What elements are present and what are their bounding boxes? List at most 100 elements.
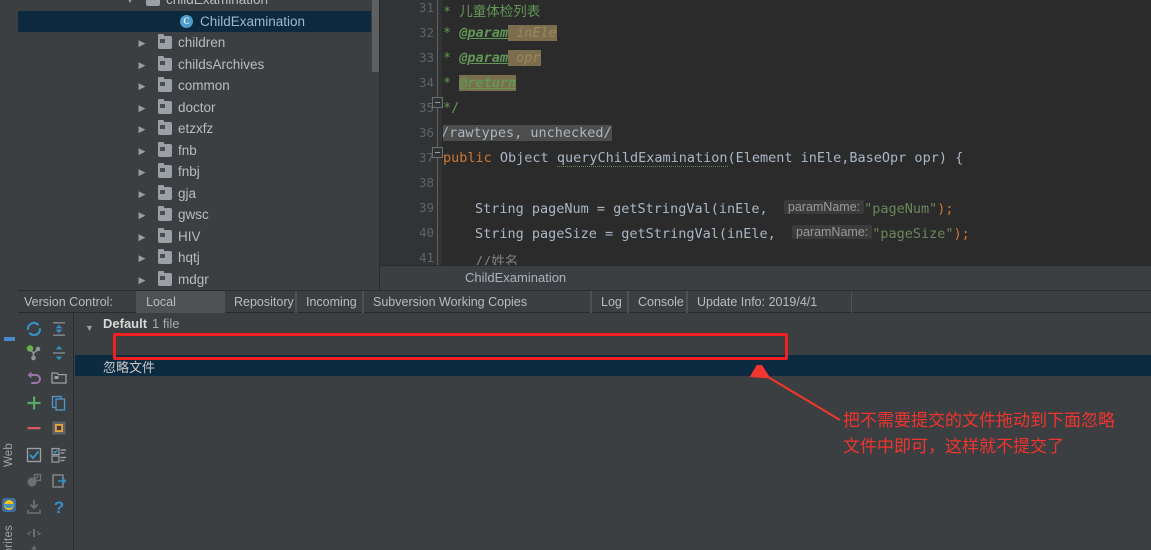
- project-tree[interactable]: childExamination C ChildExamination childre…: [18, 0, 380, 290]
- code-line-37: public Object queryChildExamination(Elem…: [443, 150, 963, 167]
- editor-breadcrumb-bar[interactable]: ChildExamination: [380, 265, 1151, 290]
- pin-icon[interactable]: [24, 543, 44, 550]
- tree-expand-arrow-closed-icon[interactable]: [137, 103, 147, 113]
- select-checkbox-icon[interactable]: [24, 445, 44, 465]
- new-changelist-icon[interactable]: [49, 368, 69, 388]
- tree-expand-arrow-closed-icon[interactable]: [137, 275, 147, 285]
- breadcrumb-class-name[interactable]: ChildExamination: [465, 270, 566, 285]
- move-changes-icon[interactable]: [49, 471, 69, 491]
- tree-item-folder[interactable]: gja: [18, 183, 380, 205]
- vc-tab-local-changes[interactable]: Local Changes: [136, 291, 224, 331]
- collapse-all-icon[interactable]: [49, 343, 69, 363]
- toolwindow-favorites-label[interactable]: orites: [3, 525, 15, 550]
- tree-item-label: etzxfz: [178, 121, 214, 136]
- add-icon[interactable]: [24, 393, 44, 413]
- line-number: 33: [418, 50, 434, 65]
- annotation-line-2: 文件中即可，这样就不提交了: [843, 437, 1064, 457]
- javadoc-param-tag: @param: [459, 25, 509, 41]
- comment-star-3: *: [443, 75, 460, 91]
- changelist-expand-arrow-icon[interactable]: ▼: [85, 318, 94, 339]
- help-icon[interactable]: ?: [49, 497, 69, 517]
- move-to-changelist-icon[interactable]: [24, 471, 44, 491]
- string-pagesize: "pageSize": [872, 226, 954, 242]
- tree-expand-arrow-closed-icon[interactable]: [137, 167, 147, 177]
- upper-region: childExamination C ChildExamination childre…: [0, 0, 1151, 290]
- active-toolwindow-marker: [4, 337, 15, 341]
- tree-item-folder[interactable]: fnbj: [18, 161, 380, 183]
- code-line-33: * @param opr: [443, 50, 541, 66]
- fold-marker-start-icon[interactable]: [432, 147, 443, 158]
- toolwindow-web-label[interactable]: Web: [3, 443, 15, 467]
- vc-tab-incoming[interactable]: Incoming: [296, 291, 363, 313]
- fold-marker-end-icon[interactable]: [432, 97, 443, 108]
- changelist-row[interactable]: ▼ Default 1 file: [75, 313, 1151, 334]
- tree-item-folder[interactable]: HIV: [18, 226, 380, 248]
- tree-item-folder[interactable]: childsArchives: [18, 54, 380, 76]
- tree-expand-arrow-closed-icon[interactable]: [137, 81, 147, 91]
- tree-expand-arrow-closed-icon[interactable]: [137, 38, 147, 48]
- comment-name: //姓名: [475, 254, 519, 265]
- window-left-stripe: [0, 0, 18, 290]
- editor-gutter[interactable]: 31 32 33 34 35 36 37 38 39 40 41: [380, 0, 443, 265]
- line-number: 39: [418, 200, 434, 215]
- tree-expand-arrow-closed-icon[interactable]: [137, 253, 147, 263]
- remove-icon[interactable]: [24, 418, 44, 438]
- tree-item-folder[interactable]: hqtj: [18, 247, 380, 269]
- ignored-files-row[interactable]: 忽略文件: [75, 355, 1151, 376]
- tree-expand-arrow-closed-icon[interactable]: [137, 232, 147, 242]
- tree-expand-arrow-closed-icon[interactable]: [137, 146, 147, 156]
- tree-expand-arrow-open-icon[interactable]: [125, 0, 135, 5]
- tree-item-folder[interactable]: common: [18, 75, 380, 97]
- fold-line-lower: [437, 158, 438, 265]
- folder-icon: [158, 98, 172, 114]
- vc-tab-log[interactable]: Log: [591, 291, 628, 313]
- globe-icon[interactable]: [2, 498, 16, 512]
- revert-icon[interactable]: [24, 368, 44, 388]
- param-hint-pagesize: paramName:: [792, 225, 873, 239]
- tree-expand-arrow-closed-icon[interactable]: [137, 60, 147, 70]
- collapse-arrows-icon[interactable]: [24, 523, 44, 543]
- left-toolwindow-stripe[interactable]: Web orites: [0, 313, 19, 550]
- tree-item-folder[interactable]: mdgr: [18, 269, 380, 291]
- changelist-name: Default: [103, 316, 148, 331]
- ide-window: childExamination C ChildExamination childre…: [0, 0, 1151, 550]
- branch-node-icon[interactable]: [24, 343, 44, 363]
- group-by-icon[interactable]: [49, 445, 69, 465]
- update-project-icon[interactable]: [24, 497, 44, 517]
- code-editor[interactable]: 31 32 33 34 35 36 37 38 39 40 41 * 儿童体检列表 * @param…: [380, 0, 1151, 290]
- tree-expand-arrow-closed-icon[interactable]: [137, 210, 147, 220]
- tree-item-label: doctor: [178, 99, 216, 115]
- tree-item-folder[interactable]: doctor: [18, 97, 380, 119]
- annotation-text: 把不需要提交的文件拖动到下面忽略 文件中即可，这样就不提交了: [843, 408, 1151, 460]
- folder-icon: [158, 227, 172, 243]
- code-text-area[interactable]: * 儿童体检列表 * @param inEle * @param opr * @…: [443, 0, 1151, 265]
- tree-item-folder[interactable]: fnb: [18, 140, 380, 162]
- vc-tab-repository[interactable]: Repository: [224, 291, 296, 313]
- param-hint-pagenum: paramName:: [783, 200, 865, 214]
- line-number: 36: [418, 125, 434, 140]
- svg-text:?: ?: [54, 498, 64, 517]
- tree-item-folder[interactable]: children: [18, 32, 380, 54]
- expand-all-icon[interactable]: [49, 319, 69, 339]
- tree-item-class[interactable]: C ChildExamination: [18, 10, 380, 32]
- javadoc-param-value: inEle: [508, 25, 557, 41]
- vc-tab-subversion-working-copies-information[interactable]: Subversion Working Copies Information: [363, 291, 591, 331]
- line-number: 32: [418, 25, 434, 40]
- tree-item-folder[interactable]: etzxfz: [18, 118, 380, 140]
- duplicate-files-icon[interactable]: [49, 393, 69, 413]
- changelist-file-count: 1 file: [152, 316, 180, 331]
- refresh-icon[interactable]: [24, 319, 44, 339]
- version-control-toolbar[interactable]: ?: [19, 313, 74, 550]
- code-line-36: /rawtypes, unchecked/: [443, 125, 612, 141]
- tree-scrollbar-thumb[interactable]: [372, 0, 379, 72]
- vc-tab-console[interactable]: Console: [628, 291, 687, 313]
- tree-expand-arrow-closed-icon[interactable]: [137, 189, 147, 199]
- tree-item-folder[interactable]: gwsc: [18, 204, 380, 226]
- folder-icon: [158, 270, 172, 286]
- shelve-changes-icon[interactable]: [49, 418, 69, 438]
- tree-expand-arrow-closed-icon[interactable]: [137, 124, 147, 134]
- string-pagenum: "pageNum": [864, 201, 938, 217]
- tree-item-folder[interactable]: childExamination: [18, 0, 380, 11]
- vc-tab-update-info-2019-4-1-10-02[interactable]: Update Info: 2019/4/1 10:02▼: [687, 291, 852, 331]
- statement-pagenum: String pageNum = getStringVal(inEle,: [475, 201, 768, 217]
